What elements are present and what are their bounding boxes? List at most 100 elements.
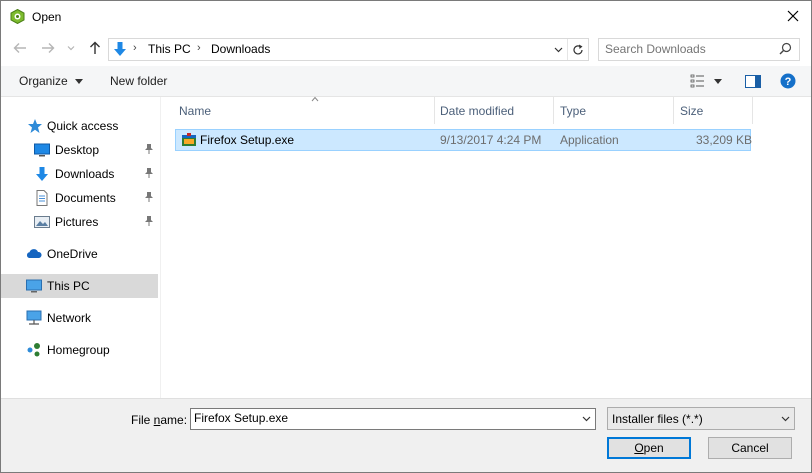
address-bar[interactable]: › This PC › Downloads (108, 38, 589, 61)
svg-text:?: ? (785, 76, 792, 88)
filter-dropdown-button[interactable] (776, 408, 794, 429)
organize-label: Organize (19, 74, 68, 88)
file-size: 33,209 KB (696, 133, 753, 147)
breadcrumb-this-pc[interactable]: This PC (148, 42, 191, 56)
filename-label: File name: (131, 413, 187, 427)
sidebar-item-homegroup[interactable]: Homegroup (1, 338, 158, 362)
filename-label-text: File (131, 413, 154, 427)
file-type-filter[interactable]: Installer files (*.*) (607, 407, 795, 430)
filename-dropdown-button[interactable] (577, 409, 595, 429)
up-arrow-icon (90, 41, 100, 54)
forward-arrow-icon (42, 43, 55, 53)
downloads-icon (36, 167, 48, 181)
sidebar-item-label: OneDrive (47, 247, 98, 261)
chevron-down-icon (554, 47, 562, 52)
documents-icon (36, 190, 48, 206)
desktop-icon (34, 143, 50, 157)
cloud-icon (26, 249, 42, 258)
new-folder-button[interactable]: New folder (110, 74, 167, 88)
sort-ascending-icon (311, 96, 319, 102)
file-date: 9/13/2017 4:24 PM (440, 133, 542, 147)
star-icon (28, 119, 42, 133)
pin-icon (145, 192, 153, 202)
help-button[interactable]: ? (778, 72, 798, 90)
file-list: Name Date modified Type Size Firefox Set… (161, 96, 811, 398)
preview-pane-button[interactable] (742, 72, 764, 90)
column-header-name[interactable]: Name (173, 96, 435, 124)
search-icon (779, 42, 792, 55)
sidebar-item-label: This PC (47, 279, 90, 293)
chevron-down-icon (67, 46, 75, 51)
file-name: Firefox Setup.exe (200, 133, 295, 147)
help-icon: ? (780, 73, 796, 89)
breadcrumb-separator: › (133, 42, 137, 54)
breadcrumb-downloads[interactable]: Downloads (211, 42, 270, 56)
cancel-button[interactable]: Cancel (708, 437, 792, 459)
chevron-down-icon (582, 416, 590, 422)
column-header-date[interactable]: Date modified (434, 97, 554, 124)
forward-button[interactable] (39, 39, 57, 57)
column-header-size[interactable]: Size (674, 97, 753, 124)
title-bar: Open (1, 1, 811, 32)
pin-icon (145, 168, 153, 178)
search-box[interactable] (598, 38, 800, 61)
sidebar-item-downloads[interactable]: Downloads (1, 162, 158, 186)
close-icon (787, 10, 799, 22)
pin-icon (145, 216, 153, 226)
column-header-label: Name (179, 104, 212, 118)
network-icon (26, 310, 42, 325)
app-icon (10, 9, 25, 24)
file-type-filter-value: Installer files (*.*) (612, 412, 703, 426)
recent-locations-button[interactable] (65, 39, 77, 57)
file-type: Application (560, 133, 619, 147)
bottom-panel: File name: Installer files (*.*) Open Ca… (1, 398, 811, 472)
up-button[interactable] (86, 39, 104, 57)
address-dropdown-button[interactable] (549, 39, 567, 60)
breadcrumb-separator: › (197, 42, 201, 54)
open-button[interactable]: Open (607, 437, 691, 459)
sidebar-item-documents[interactable]: Documents (1, 186, 158, 210)
sidebar-item-quick-access[interactable]: Quick access (1, 114, 158, 138)
back-button[interactable] (11, 39, 29, 57)
column-header-label: Date modified (440, 104, 515, 118)
sidebar-item-label: Quick access (47, 119, 119, 133)
chevron-down-icon (781, 416, 789, 421)
sidebar-item-label: Desktop (55, 143, 100, 157)
open-dialog: Open › This PC › Downloads Search Downlo… (0, 0, 812, 473)
sidebar-item-onedrive[interactable]: OneDrive (1, 242, 158, 266)
column-header-type[interactable]: Type (554, 97, 674, 124)
sidebar-item-label: Network (47, 311, 92, 325)
command-bar: Organize New folder ? (1, 66, 811, 97)
refresh-button[interactable] (567, 39, 588, 60)
filename-combobox[interactable] (190, 408, 596, 430)
sidebar-item-desktop[interactable]: Desktop (1, 138, 158, 162)
sidebar-item-network[interactable]: Network (1, 306, 158, 330)
filename-label-text: ame: (160, 413, 188, 427)
file-row[interactable]: Firefox Setup.exe 9/13/2017 4:24 PM Appl… (175, 129, 753, 151)
sidebar-item-pictures[interactable]: Pictures (1, 210, 158, 234)
change-view-button[interactable] (688, 72, 724, 90)
window-title: Open (32, 10, 62, 24)
column-header-label: Type (560, 104, 587, 118)
close-button[interactable] (778, 4, 808, 28)
refresh-icon (573, 44, 583, 54)
back-arrow-icon (13, 43, 26, 53)
caret-down-icon (714, 78, 722, 84)
computer-icon (26, 279, 42, 293)
open-button-accelerator: O (634, 441, 644, 455)
search-input[interactable] (605, 42, 775, 56)
installer-icon (182, 133, 196, 146)
homegroup-icon (27, 343, 40, 357)
sidebar-item-this-pc[interactable]: This PC (1, 274, 158, 298)
pictures-icon (34, 216, 50, 228)
navigation-pane: Quick access Desktop Downloads Documents… (1, 97, 159, 398)
sidebar-item-label: Documents (55, 191, 116, 205)
sidebar-item-label: Homegroup (47, 343, 110, 357)
sidebar-item-label: Pictures (55, 215, 99, 229)
column-header-label: Size (680, 104, 704, 118)
caret-down-icon (75, 79, 84, 85)
preview-pane-icon (745, 74, 761, 88)
organize-menu[interactable]: Organize (19, 74, 84, 88)
downloads-icon (114, 42, 126, 56)
filename-input[interactable] (194, 411, 574, 425)
